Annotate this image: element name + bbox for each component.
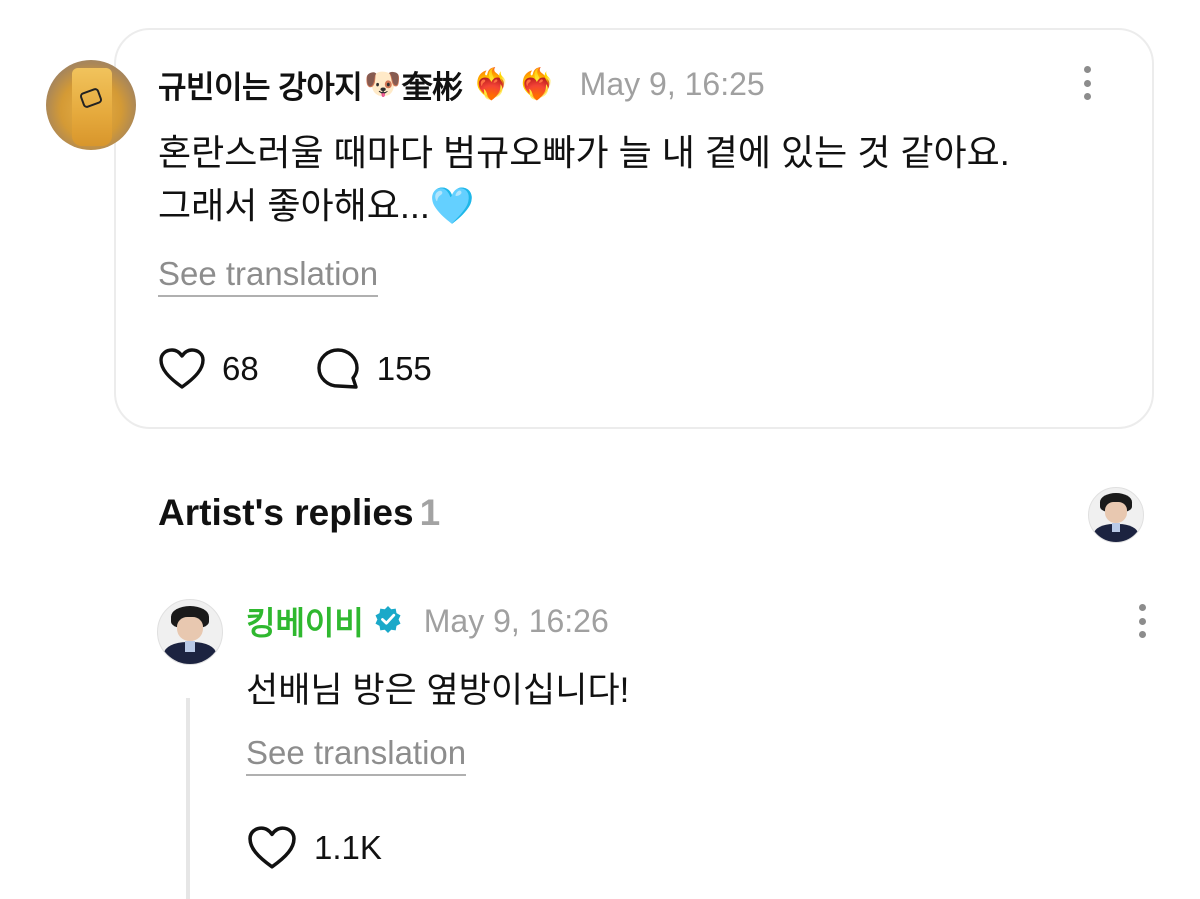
verified-badge-icon [374,605,402,638]
thread-line [186,698,190,899]
post-like-count: 68 [222,350,259,387]
post-more-options-icon[interactable] [1084,66,1092,100]
reply-like-count: 1.1K [314,829,382,866]
post-see-translation-link[interactable]: See translation [158,255,379,297]
post-author-avatar[interactable] [46,60,136,150]
avatar-cup-image [72,68,112,146]
post-actions: 68 155 [158,346,432,392]
reply-like-button[interactable]: 1.1K [246,825,382,871]
artist-replies-count: 1 [419,492,441,533]
comment-bubble-icon [317,348,359,389]
reply-more-options-icon[interactable] [1139,604,1147,638]
reply-body: 선배님 방은 옆방이십니다! [246,671,630,710]
post-body-text: 그래서 좋아해요... [158,185,430,226]
page: 규빈이는 강아지 🐶 奎彬 ❤️‍🔥 ❤️‍🔥 May 9, 16:25 혼란스… [0,0,1200,899]
post-body-line: 그래서 좋아해요...🩵 [158,179,1118,232]
heart-outline-icon [248,826,296,869]
post-comment-count: 155 [376,350,432,387]
reply-actions: 1.1K [246,825,382,871]
reply-see-translation-link[interactable]: See translation [246,734,467,776]
post-comment-button[interactable]: 155 [315,346,432,392]
post-author-name[interactable]: 규빈이는 강아지 [158,62,363,107]
post-like-button[interactable]: 68 [158,347,259,391]
light-blue-heart-emoji: 🩵 [429,185,475,226]
post-author-hanja[interactable]: 奎彬 [402,62,464,107]
artist-avatar-small[interactable] [1088,487,1144,543]
artist-replies-heading: Artist's replies 1 [158,492,440,534]
post-timestamp: May 9, 16:25 [579,65,765,102]
reply-timestamp: May 9, 16:26 [423,602,609,639]
artist-replies-label: Artist's replies [158,492,414,533]
reply-header: 킹베이비 May 9, 16:26 [246,600,609,642]
puppy-emoji: 🐶 [364,67,402,101]
post-body: 혼란스러울 때마다 범규오빠가 늘 내 곁에 있는 것 같아요. 그래서 좋아해… [158,126,1118,232]
heart-outline-icon [159,348,205,389]
post-body-line: 혼란스러울 때마다 범규오빠가 늘 내 곁에 있는 것 같아요. [158,132,1010,173]
post-header: 규빈이는 강아지 🐶 奎彬 ❤️‍🔥 ❤️‍🔥 May 9, 16:25 [158,62,765,106]
heart-on-fire-emoji: ❤️‍🔥 ❤️‍🔥 [472,67,556,101]
reply-author-avatar[interactable] [157,599,223,665]
reply-author-name[interactable]: 킹베이비 [246,598,364,644]
